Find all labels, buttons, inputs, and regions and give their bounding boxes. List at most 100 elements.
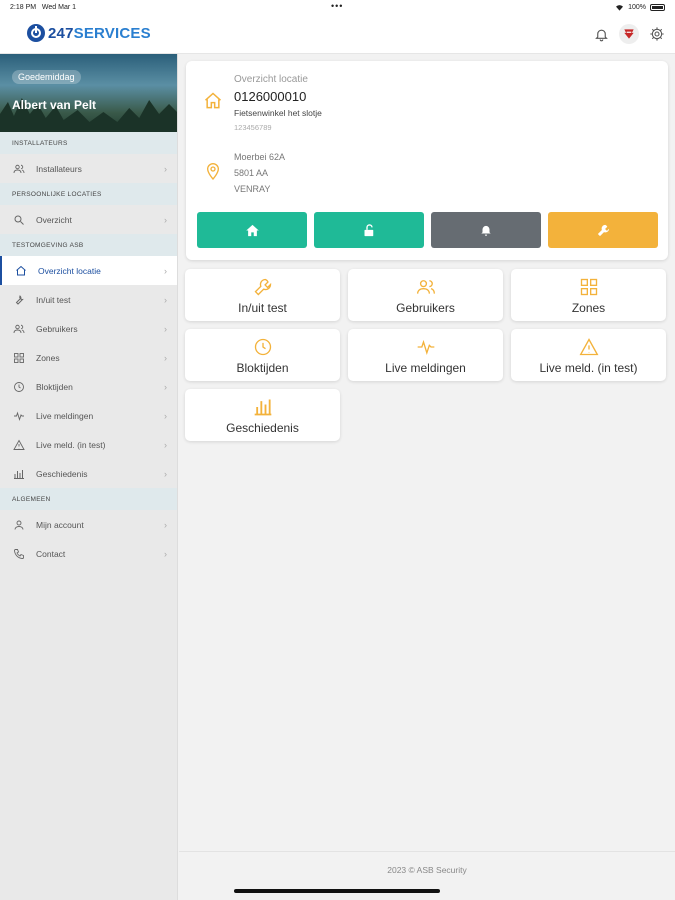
- tile-geschiedenis[interactable]: Geschiedenis: [185, 389, 340, 441]
- chevron-right-icon: ›: [164, 520, 167, 530]
- copyright-text: 2023 © ASB Security: [387, 865, 467, 875]
- sidebar-item-label: Installateurs: [36, 163, 82, 174]
- sidebar-item-label: Live meld. (in test): [36, 439, 106, 450]
- warning-icon: [511, 337, 666, 357]
- tile-label: Live meldingen: [385, 361, 466, 375]
- users-icon: [12, 162, 26, 176]
- tile-live-meld-in-test[interactable]: Live meld. (in test): [511, 329, 666, 381]
- sidebar-item-live-meldingen[interactable]: Live meldingen ›: [0, 401, 177, 430]
- status-bar: 2:18 PM Wed Mar 1 ••• 100%: [0, 0, 675, 16]
- maintenance-button[interactable]: [548, 212, 658, 248]
- sidebar-item-label: Zones: [36, 352, 60, 363]
- pulse-icon: [12, 409, 26, 423]
- home-icon: [245, 224, 259, 236]
- users-icon: [12, 322, 26, 336]
- sidebar-item-in-uit-test[interactable]: In/uit test ›: [0, 285, 177, 314]
- tile-label: In/uit test: [238, 301, 287, 315]
- status-right: 100%: [615, 4, 665, 11]
- tile-label: Live meld. (in test): [539, 361, 638, 375]
- section-header-installateurs: INSTALLATEURS: [0, 132, 177, 154]
- sidebar-item-live-meld-in-test[interactable]: Live meld. (in test) ›: [0, 430, 177, 459]
- sidebar-item-overzicht-locatie[interactable]: Overzicht locatie ›: [0, 256, 177, 285]
- location-number: 0126000010: [234, 89, 307, 104]
- profile-banner: Goedemiddag Albert van Pelt: [0, 54, 177, 132]
- sidebar-item-label: Geschiedenis: [36, 468, 88, 479]
- logo-text: 247SERVICES: [48, 24, 151, 42]
- location-code: 123456789: [234, 123, 272, 132]
- home-icon: [203, 91, 223, 116]
- location-action-buttons: [197, 212, 658, 248]
- wrench-icon: [12, 293, 26, 307]
- top-bar: 247SERVICES: [0, 16, 675, 54]
- chart-icon: [12, 467, 26, 481]
- search-icon: [12, 213, 26, 227]
- chevron-right-icon: ›: [164, 266, 167, 276]
- sidebar-item-geschiedenis[interactable]: Geschiedenis ›: [0, 459, 177, 488]
- section-header-algemeen: ALGEMEEN: [0, 488, 177, 510]
- pulse-icon: [348, 337, 503, 357]
- sidebar-item-zones[interactable]: Zones ›: [0, 343, 177, 372]
- alarm-button[interactable]: [431, 212, 541, 248]
- header-actions: [591, 24, 667, 44]
- app-logo[interactable]: 247SERVICES: [27, 24, 151, 42]
- home-indicator[interactable]: [234, 889, 440, 893]
- chevron-right-icon: ›: [164, 469, 167, 479]
- sidebar-item-mijn-account[interactable]: Mijn account ›: [0, 510, 177, 539]
- chevron-right-icon: ›: [164, 353, 167, 363]
- sidebar-item-label: In/uit test: [36, 294, 71, 305]
- clock-icon: [12, 380, 26, 394]
- sidebar-item-label: Bloktijden: [36, 381, 73, 392]
- power-logo-icon: [27, 24, 45, 42]
- sidebar-item-label: Overzicht: [36, 214, 72, 225]
- chevron-right-icon: ›: [164, 164, 167, 174]
- sidebar-item-label: Live meldingen: [36, 410, 94, 421]
- sidebar-item-bloktijden[interactable]: Bloktijden ›: [0, 372, 177, 401]
- sidebar-item-label: Overzicht locatie: [38, 265, 101, 276]
- multitasking-dots[interactable]: •••: [331, 1, 343, 11]
- user-name: Albert van Pelt: [12, 98, 97, 112]
- clock-icon: [185, 337, 340, 357]
- wrench-icon: [597, 224, 609, 236]
- warning-icon: [12, 438, 26, 452]
- chevron-right-icon: ›: [164, 411, 167, 421]
- gear-icon[interactable]: [647, 24, 667, 44]
- sidebar-item-installateurs[interactable]: Installateurs ›: [0, 154, 177, 183]
- tile-live-meldingen[interactable]: Live meldingen: [348, 329, 503, 381]
- chevron-right-icon: ›: [164, 549, 167, 559]
- tile-bloktijden[interactable]: Bloktijden: [185, 329, 340, 381]
- tile-label: Gebruikers: [396, 301, 455, 315]
- main-content: Overzicht locatie 0126000010 Fietsenwink…: [179, 54, 675, 851]
- user-icon: [12, 518, 26, 532]
- sidebar: Goedemiddag Albert van Pelt INSTALLATEUR…: [0, 54, 178, 900]
- sidebar-item-label: Gebruikers: [36, 323, 78, 334]
- tile-label: Zones: [571, 301, 606, 315]
- phone-icon: [12, 547, 26, 561]
- section-header-testomgeving-asb: TESTOMGEVING ASB: [0, 234, 177, 256]
- wifi-icon: [616, 5, 624, 11]
- sidebar-item-label: Contact: [36, 548, 66, 559]
- tile-zones[interactable]: Zones: [511, 269, 666, 321]
- address-postcode: 5801 AA: [234, 168, 269, 178]
- sidebar-item-label: Mijn account: [36, 519, 84, 530]
- bell-icon[interactable]: [591, 24, 611, 44]
- address-street: Moerbei 62A: [234, 152, 286, 162]
- location-card: Overzicht locatie 0126000010 Fietsenwink…: [186, 61, 668, 260]
- home-mode-button[interactable]: [197, 212, 307, 248]
- sidebar-item-contact[interactable]: Contact ›: [0, 539, 177, 568]
- sidebar-item-gebruikers[interactable]: Gebruikers ›: [0, 314, 177, 343]
- chevron-right-icon: ›: [164, 215, 167, 225]
- tile-label: Bloktijden: [236, 361, 289, 375]
- unlock-button[interactable]: [314, 212, 424, 248]
- location-title: Overzicht locatie: [234, 74, 308, 85]
- section-header-persoonlijke-locaties: PERSOONLIJKE LOCATIES: [0, 183, 177, 205]
- wrench-icon: [185, 277, 340, 297]
- battery-percent: 100%: [628, 4, 646, 11]
- tile-label: Geschiedenis: [226, 421, 299, 435]
- greeting-badge: Goedemiddag: [12, 70, 81, 84]
- status-time: 2:18 PM Wed Mar 1: [10, 4, 77, 11]
- user-shield-icon[interactable]: [619, 24, 639, 44]
- tile-gebruikers[interactable]: Gebruikers: [348, 269, 503, 321]
- sidebar-item-overzicht[interactable]: Overzicht ›: [0, 205, 177, 234]
- bell-icon: [481, 225, 491, 236]
- tile-in-uit-test[interactable]: In/uit test: [185, 269, 340, 321]
